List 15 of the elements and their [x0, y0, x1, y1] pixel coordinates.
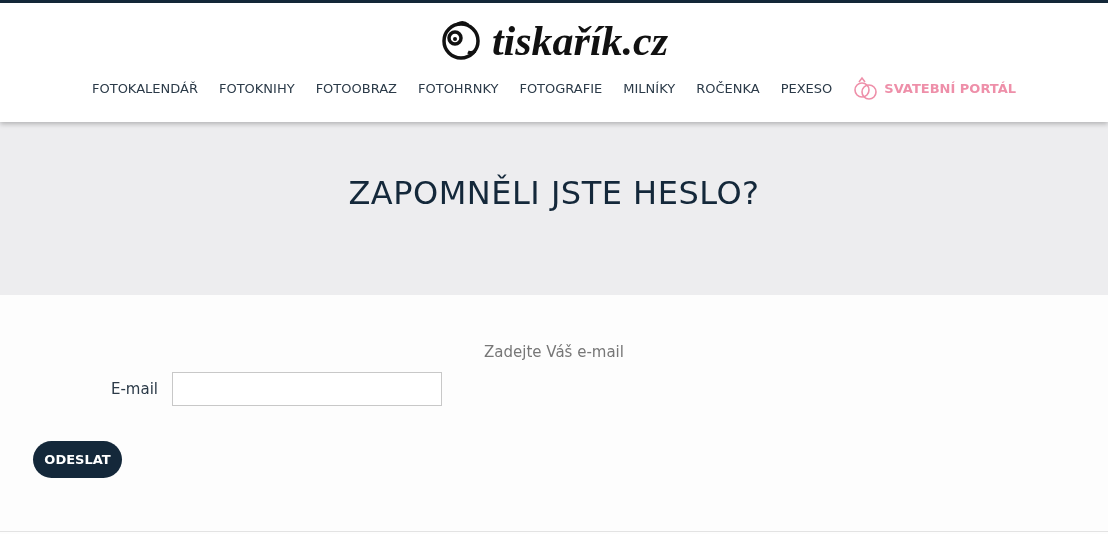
- rings-icon: [853, 76, 880, 100]
- email-label: E-mail: [109, 380, 159, 398]
- nav-link[interactable]: ROČENKA: [696, 80, 760, 96]
- nav-link[interactable]: FOTOGRAFIE: [519, 80, 603, 96]
- page-title: ZAPOMNĚLI JSTE HESLO?: [348, 174, 760, 214]
- logo-text[interactable]: tiskařík.cz: [491, 20, 669, 62]
- nav-link[interactable]: FOTOOBRAZ: [315, 80, 397, 96]
- nav-link[interactable]: FOTOHRNKY: [418, 80, 499, 96]
- nav-link[interactable]: FOTOKALENDÁŘ: [92, 80, 198, 96]
- nav-link[interactable]: FOTOKNIHY: [218, 80, 295, 96]
- nav-link[interactable]: MILNÍKY: [623, 80, 676, 96]
- email-field[interactable]: [172, 372, 442, 406]
- nav-link[interactable]: PEXESO: [780, 80, 833, 96]
- submit-button[interactable]: ODESLAT: [33, 441, 122, 478]
- form-hint: Zadejte Váš e-mail: [484, 343, 624, 361]
